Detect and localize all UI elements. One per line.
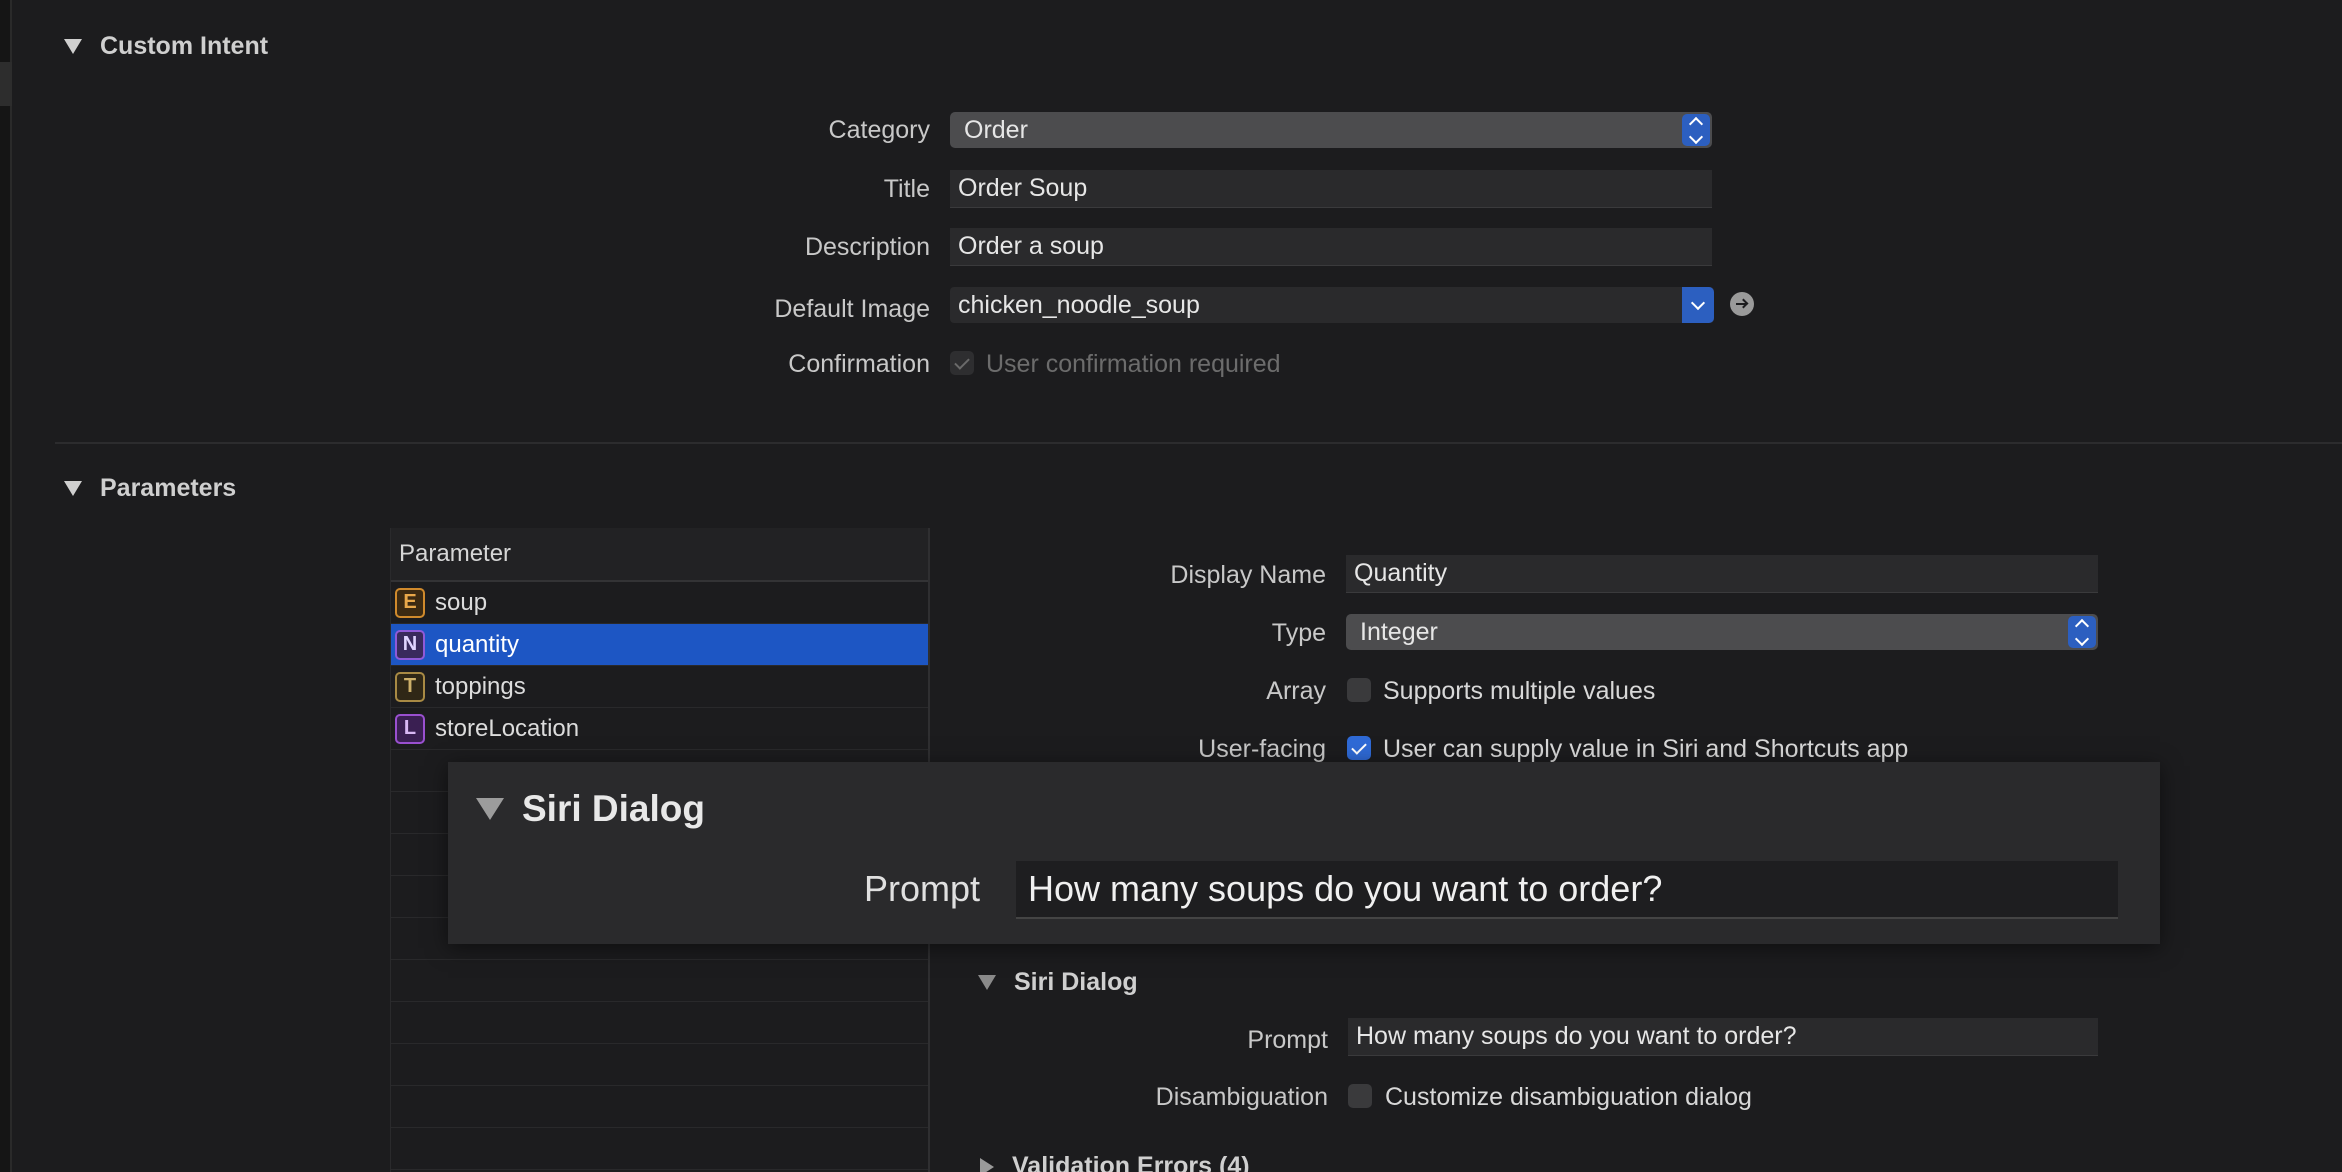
scroll-nub[interactable] bbox=[0, 62, 12, 106]
stepper-icon bbox=[2068, 616, 2096, 648]
disclosure-triangle-icon[interactable] bbox=[476, 798, 504, 820]
zoom-prompt-label: Prompt bbox=[864, 868, 981, 909]
custom-intent-header[interactable]: Custom Intent bbox=[64, 32, 268, 61]
disclosure-triangle-icon[interactable] bbox=[978, 975, 996, 990]
disambiguation-text: Customize disambiguation dialog bbox=[1385, 1083, 1752, 1111]
array-label: Array bbox=[1266, 677, 1326, 705]
empty-row bbox=[391, 960, 928, 1002]
left-edge-bar bbox=[0, 0, 12, 1172]
prompt-field[interactable]: How many soups do you want to order? bbox=[1348, 1018, 2098, 1056]
number-badge-icon: N bbox=[395, 629, 425, 660]
enum-badge-icon: E bbox=[395, 587, 425, 618]
default-image-label: Default Image bbox=[774, 295, 930, 323]
type-label: Type bbox=[1271, 619, 1326, 647]
disclosure-triangle-icon[interactable] bbox=[64, 39, 82, 54]
type-popup[interactable]: Integer bbox=[1346, 614, 2098, 650]
parameter-row-toppings[interactable]: T toppings bbox=[391, 666, 928, 708]
array-checkbox[interactable] bbox=[1347, 678, 1371, 702]
prompt-label: Prompt bbox=[1247, 1026, 1328, 1054]
validation-errors-header[interactable]: Validation Errors (4) bbox=[980, 1152, 1250, 1172]
confirmation-label: Confirmation bbox=[788, 350, 930, 378]
siri-dialog-zoom-panel: Siri Dialog Prompt How many soups do you… bbox=[448, 762, 2160, 944]
category-value: Order bbox=[964, 115, 1028, 144]
title-field[interactable]: Order Soup bbox=[950, 170, 1712, 208]
validation-errors-title: Validation Errors (4) bbox=[1012, 1152, 1250, 1172]
go-arrow-icon[interactable] bbox=[1730, 292, 1754, 316]
empty-row bbox=[391, 1044, 928, 1086]
type-value: Integer bbox=[1360, 617, 1438, 646]
empty-row bbox=[391, 1128, 928, 1170]
empty-row bbox=[391, 1002, 928, 1044]
user-facing-label: User-facing bbox=[1198, 735, 1326, 763]
category-popup[interactable]: Order bbox=[950, 112, 1712, 148]
stepper-icon bbox=[1682, 114, 1710, 146]
disclosure-triangle-icon[interactable] bbox=[980, 1157, 994, 1172]
parameter-name: storeLocation bbox=[435, 714, 580, 742]
user-facing-checkbox[interactable] bbox=[1347, 736, 1371, 760]
parameters-header[interactable]: Parameters bbox=[64, 474, 236, 503]
empty-row bbox=[391, 1086, 928, 1128]
zoom-siri-dialog-header[interactable]: Siri Dialog bbox=[476, 788, 705, 830]
parameter-row-quantity[interactable]: N quantity bbox=[391, 624, 928, 666]
disclosure-triangle-icon[interactable] bbox=[64, 481, 82, 496]
location-badge-icon: L bbox=[395, 713, 425, 744]
display-name-label: Display Name bbox=[1170, 561, 1326, 589]
disambiguation-label: Disambiguation bbox=[1155, 1083, 1328, 1111]
siri-dialog-title: Siri Dialog bbox=[1014, 968, 1138, 996]
siri-dialog-header[interactable]: Siri Dialog bbox=[978, 968, 1138, 997]
confirmation-text: User confirmation required bbox=[986, 350, 1281, 378]
title-label: Title bbox=[883, 175, 930, 203]
chevron-down-icon[interactable] bbox=[1682, 287, 1714, 323]
confirmation-checkbox[interactable] bbox=[950, 351, 974, 375]
parameter-row-storelocation[interactable]: L storeLocation bbox=[391, 708, 928, 750]
description-field[interactable]: Order a soup bbox=[950, 228, 1712, 266]
parameters-title: Parameters bbox=[100, 474, 237, 502]
description-label: Description bbox=[804, 233, 930, 261]
display-name-field[interactable]: Quantity bbox=[1346, 555, 2098, 593]
parameter-name: quantity bbox=[435, 630, 520, 658]
zoom-siri-dialog-title: Siri Dialog bbox=[522, 788, 705, 829]
array-text: Supports multiple values bbox=[1383, 677, 1656, 705]
user-facing-text: User can supply value in Siri and Shortc… bbox=[1383, 735, 1909, 763]
parameter-name: soup bbox=[435, 588, 488, 616]
default-image-combo[interactable]: chicken_noodle_soup bbox=[950, 287, 1714, 323]
category-label: Category bbox=[828, 116, 930, 144]
disambiguation-checkbox[interactable] bbox=[1348, 1084, 1372, 1108]
zoom-prompt-field[interactable]: How many soups do you want to order? bbox=[1016, 861, 2118, 919]
parameter-column-header[interactable]: Parameter bbox=[391, 528, 928, 582]
default-image-value: chicken_noodle_soup bbox=[958, 290, 1200, 319]
section-divider bbox=[55, 442, 2342, 444]
parameter-row-soup[interactable]: E soup bbox=[391, 582, 928, 624]
type-badge-icon: T bbox=[395, 671, 425, 702]
custom-intent-title: Custom Intent bbox=[100, 32, 269, 60]
parameter-name: toppings bbox=[435, 672, 526, 700]
